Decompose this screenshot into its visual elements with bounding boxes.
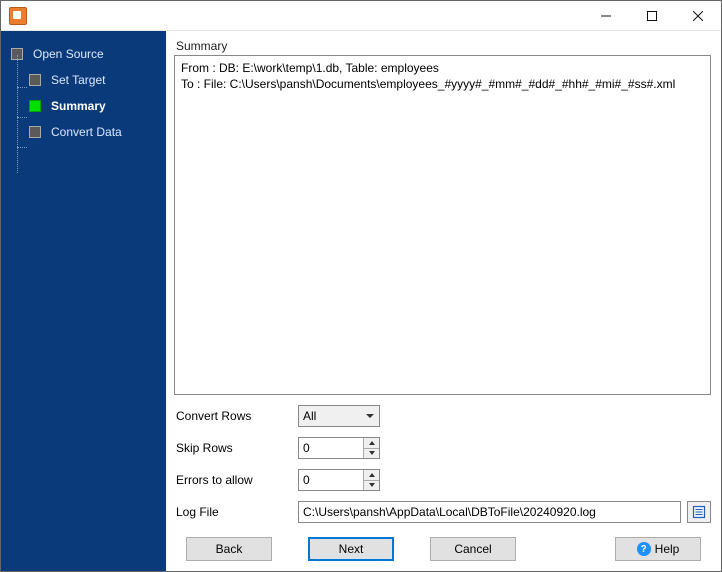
errors-allow-input[interactable] — [299, 470, 363, 490]
summary-textarea[interactable]: From : DB: E:\work\temp\1.db, Table: emp… — [174, 55, 711, 395]
step-convert-data[interactable]: Convert Data — [7, 119, 160, 145]
skip-rows-input[interactable] — [299, 438, 363, 458]
step-box-icon — [29, 100, 41, 112]
step-box-icon — [29, 126, 41, 138]
skip-rows-up-button[interactable] — [364, 438, 379, 449]
wizard-window: Open Source Set Target Summary Convert D… — [0, 0, 722, 572]
step-label: Summary — [51, 99, 106, 113]
log-file-label: Log File — [174, 505, 298, 519]
close-button[interactable] — [675, 1, 721, 31]
next-button[interactable]: Next — [308, 537, 394, 561]
skip-rows-label: Skip Rows — [174, 441, 298, 455]
step-label: Set Target — [51, 73, 105, 87]
browse-icon — [692, 505, 706, 519]
app-icon — [9, 7, 27, 25]
log-file-browse-button[interactable] — [687, 501, 711, 523]
help-button-label: Help — [655, 542, 680, 556]
summary-section-label: Summary — [174, 39, 711, 53]
step-open-source[interactable]: Open Source — [7, 41, 160, 67]
errors-down-button[interactable] — [364, 481, 379, 491]
minimize-button[interactable] — [583, 1, 629, 31]
step-box-icon — [29, 74, 41, 86]
maximize-button[interactable] — [629, 1, 675, 31]
skip-rows-down-button[interactable] — [364, 449, 379, 459]
help-icon: ? — [637, 542, 651, 556]
wizard-steps-sidebar: Open Source Set Target Summary Convert D… — [1, 31, 166, 571]
log-file-input[interactable] — [298, 501, 681, 523]
main-panel: Summary From : DB: E:\work\temp\1.db, Ta… — [166, 31, 721, 571]
errors-allow-stepper — [298, 469, 380, 491]
help-button[interactable]: ? Help — [615, 537, 701, 561]
convert-rows-label: Convert Rows — [174, 409, 298, 423]
skip-rows-stepper — [298, 437, 380, 459]
step-label: Open Source — [33, 47, 104, 61]
titlebar — [1, 1, 721, 31]
cancel-button[interactable]: Cancel — [430, 537, 516, 561]
errors-allow-label: Errors to allow — [174, 473, 298, 487]
wizard-footer: Back Next Cancel ? Help — [174, 523, 711, 561]
errors-up-button[interactable] — [364, 470, 379, 481]
back-button[interactable]: Back — [186, 537, 272, 561]
step-label: Convert Data — [51, 125, 122, 139]
convert-rows-select[interactable]: All — [298, 405, 380, 427]
step-set-target[interactable]: Set Target — [7, 67, 160, 93]
step-summary[interactable]: Summary — [7, 93, 160, 119]
